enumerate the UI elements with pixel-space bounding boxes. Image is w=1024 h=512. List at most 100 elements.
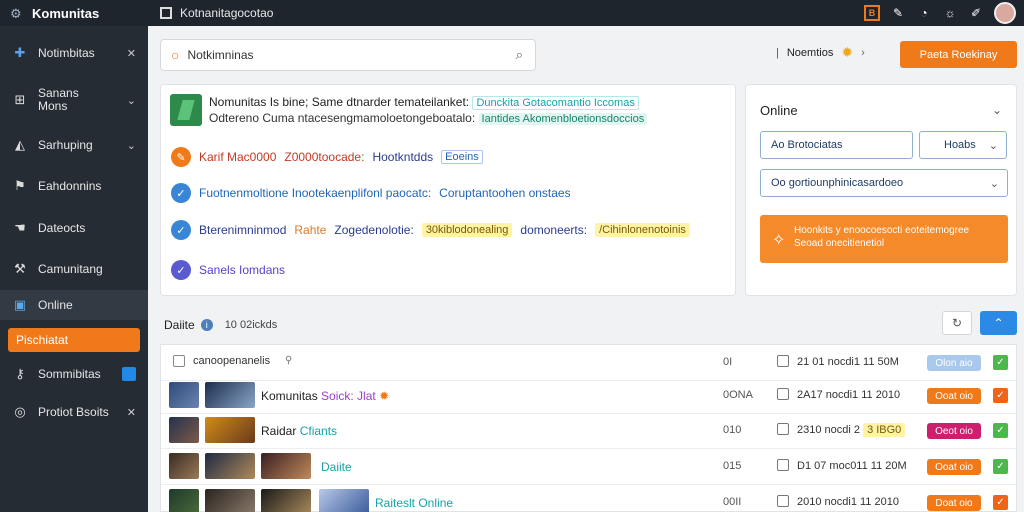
avatar[interactable]	[994, 2, 1016, 24]
status-badge[interactable]: Olon aio	[927, 355, 981, 371]
row-text: Karif Mac0000	[199, 150, 277, 164]
row-title-a: Raidar	[261, 424, 297, 438]
status-badge[interactable]: Ooat oio	[927, 388, 981, 404]
sidebar-item-sanans[interactable]: ⊞ Sanans Mons ⌄	[0, 84, 148, 116]
sidebar-item-sommibitas[interactable]: ⚷ Sommibitas	[0, 361, 148, 387]
monitor-icon: ▣	[13, 297, 27, 312]
sidebar-item-dateocts[interactable]: ☚ Dateocts	[0, 215, 148, 241]
chevron-down-icon: ⌄	[988, 139, 998, 152]
sidebar-item-protiot-bsoits[interactable]: ◎ Protiot Bsoits ✕	[0, 399, 148, 425]
check-icon[interactable]: ✓	[993, 388, 1008, 403]
table-count: 10 02ickds	[224, 319, 278, 331]
status-badge[interactable]: Oeot oio	[927, 423, 981, 439]
chevron-down-icon[interactable]: ⌄	[127, 94, 136, 107]
sidebar-item-label: Eahdonnins	[38, 179, 102, 193]
row-tag[interactable]: 30kiblodonealing	[421, 223, 513, 237]
table-row[interactable]: Daiite 015 D1 07 moc011 11 20M Ooat oio …	[161, 449, 1016, 485]
promo-panel[interactable]: ✧ Hoonkits y enoocoesocti eoteitemogree …	[760, 215, 1008, 263]
row-title[interactable]: Raiteslt Online	[375, 496, 453, 510]
collapse-button[interactable]: ⌃	[980, 311, 1017, 335]
status-badge	[122, 367, 136, 381]
brand-name: Komunitas	[32, 5, 100, 21]
row-title[interactable]: Daiite	[321, 460, 352, 474]
status-badge[interactable]: Doat oio	[927, 495, 981, 511]
card-tag[interactable]: Iantides Akomenbloetionsdoccios	[478, 113, 648, 125]
row-title: canoopenanelis	[193, 355, 271, 367]
grid-icon: ⊞	[14, 92, 26, 107]
table-title: Daiite	[164, 318, 195, 332]
chevron-down-icon[interactable]: ⌄	[992, 103, 1002, 117]
table-row[interactable]: Raidar Cfiants 010 2310 nocdi 2 3 IBG0 O…	[161, 413, 1016, 449]
brand[interactable]: ⚙ Komunitas	[0, 5, 150, 22]
edit-icon[interactable]: ✐	[968, 5, 984, 21]
sidebar-item-sarhuping[interactable]: ◭ Sarhuping ⌄	[0, 132, 148, 158]
info-icon[interactable]: i	[200, 319, 213, 331]
table-row[interactable]: Komunitas Soick: Jlat ✹ 0ONA 2A17 nocdi1…	[161, 378, 1016, 414]
row-text: Rahte	[294, 223, 327, 237]
row-date: D1 07 moc011 11 20M	[797, 460, 907, 472]
sidebar-item-sublabel: Mons	[38, 99, 68, 113]
chevron-down-icon[interactable]: ⌄	[127, 139, 136, 152]
row-tag[interactable]: Eoeins	[441, 150, 483, 164]
table-row[interactable]: canoopenanelis ⚲ 0I 21 01 nocdi1 11 50M …	[161, 345, 1016, 381]
notification-icon[interactable]: B	[864, 5, 880, 21]
chat-icon[interactable]: ✎	[890, 5, 906, 21]
search-input[interactable]	[187, 48, 488, 62]
sidebar-item-online[interactable]: ▣ Online	[0, 290, 148, 320]
row-text: domoneerts:	[520, 223, 588, 237]
field-dropdown[interactable]: Hoabs ⌄	[919, 131, 1007, 159]
date-pill: 3 IBG0	[863, 423, 906, 437]
download-icon[interactable]	[777, 459, 789, 471]
thumbnail	[205, 453, 255, 479]
field-value: Hoabs	[944, 139, 976, 151]
field-input[interactable]: Ao Brotociatas	[760, 131, 913, 159]
sidebar-item-pischiatat[interactable]: Pischiatat	[8, 328, 140, 352]
row-title[interactable]: Raidar Cfiants	[261, 424, 337, 438]
magnifier-icon[interactable]: ⌕	[516, 47, 523, 63]
select-dropdown[interactable]: Oo gortiounphinicasardoeo ⌄	[760, 169, 1008, 197]
row-code: 0ONA	[723, 389, 753, 401]
download-icon[interactable]	[777, 423, 789, 435]
check-circle-icon[interactable]: ✓	[171, 183, 191, 203]
row-checkbox[interactable]	[173, 355, 185, 367]
sidebar-item-label: Pischiatat	[16, 333, 69, 347]
star-icon[interactable]: ✹	[841, 44, 853, 61]
header-label[interactable]: Noemtios	[787, 47, 833, 59]
sidebar-item-label: Camunitang	[38, 262, 103, 276]
edit-circle-icon[interactable]: ✎	[171, 147, 191, 167]
check-row-1: ✎ Karif Mac0000 Z0000toocade: Hootkntdds…	[171, 147, 483, 167]
check-icon[interactable]: ✓	[993, 495, 1008, 510]
collapse-icon[interactable]: ✕	[127, 47, 136, 60]
check-circle-icon[interactable]: ✓	[171, 260, 191, 280]
row-text: Bterenimninmod	[199, 223, 287, 237]
pin-icon[interactable]: ⚲	[285, 355, 292, 366]
table-row[interactable]: Raiteslt Online 00II 2010 nocdi1 11 2010…	[161, 485, 1016, 512]
sidebar-item-camunitang[interactable]: ⚒ Camunitang	[0, 256, 148, 282]
row-date: 2A17 nocdi1 11 2010	[797, 389, 901, 401]
check-icon[interactable]: ✓	[993, 459, 1008, 474]
chart-icon: ◭	[15, 137, 25, 152]
primary-action-button[interactable]: Paeta Roekinay	[900, 41, 1017, 68]
check-circle-icon[interactable]: ✓	[171, 220, 191, 240]
settings-icon[interactable]: ⚙	[10, 6, 26, 21]
sidebar-item-label: Sommibitas	[38, 367, 101, 381]
row-tag[interactable]: /Cihinlonenotoinis	[595, 223, 690, 237]
card-tag[interactable]: Dunckita Gotacomantio Iccomas	[472, 96, 639, 110]
refresh-button[interactable]: ↻	[942, 311, 972, 335]
download-icon[interactable]	[777, 355, 789, 367]
download-icon[interactable]	[777, 495, 789, 507]
download-icon[interactable]	[777, 388, 789, 400]
check-icon[interactable]: ✓	[993, 423, 1008, 438]
clock-icon[interactable]: ◔	[916, 5, 932, 21]
sidebar-item-notimbitas[interactable]: ✚ Notimbitas ✕	[0, 40, 148, 66]
app-icon	[170, 94, 202, 126]
chevron-right-icon[interactable]: ›	[861, 47, 865, 59]
row-code: 0I	[723, 356, 733, 368]
brightness-icon[interactable]: ☼	[942, 5, 958, 21]
status-badge[interactable]: Ooat oio	[927, 459, 981, 475]
check-icon[interactable]: ✓	[993, 355, 1008, 370]
sidebar-item-eahdonnins[interactable]: ⚑ Eahdonnins	[0, 173, 148, 199]
row-title[interactable]: Komunitas Soick: Jlat ✹	[261, 389, 389, 403]
search-bar[interactable]: ○ ⌕	[160, 39, 536, 71]
close-icon[interactable]: ✕	[127, 406, 136, 419]
